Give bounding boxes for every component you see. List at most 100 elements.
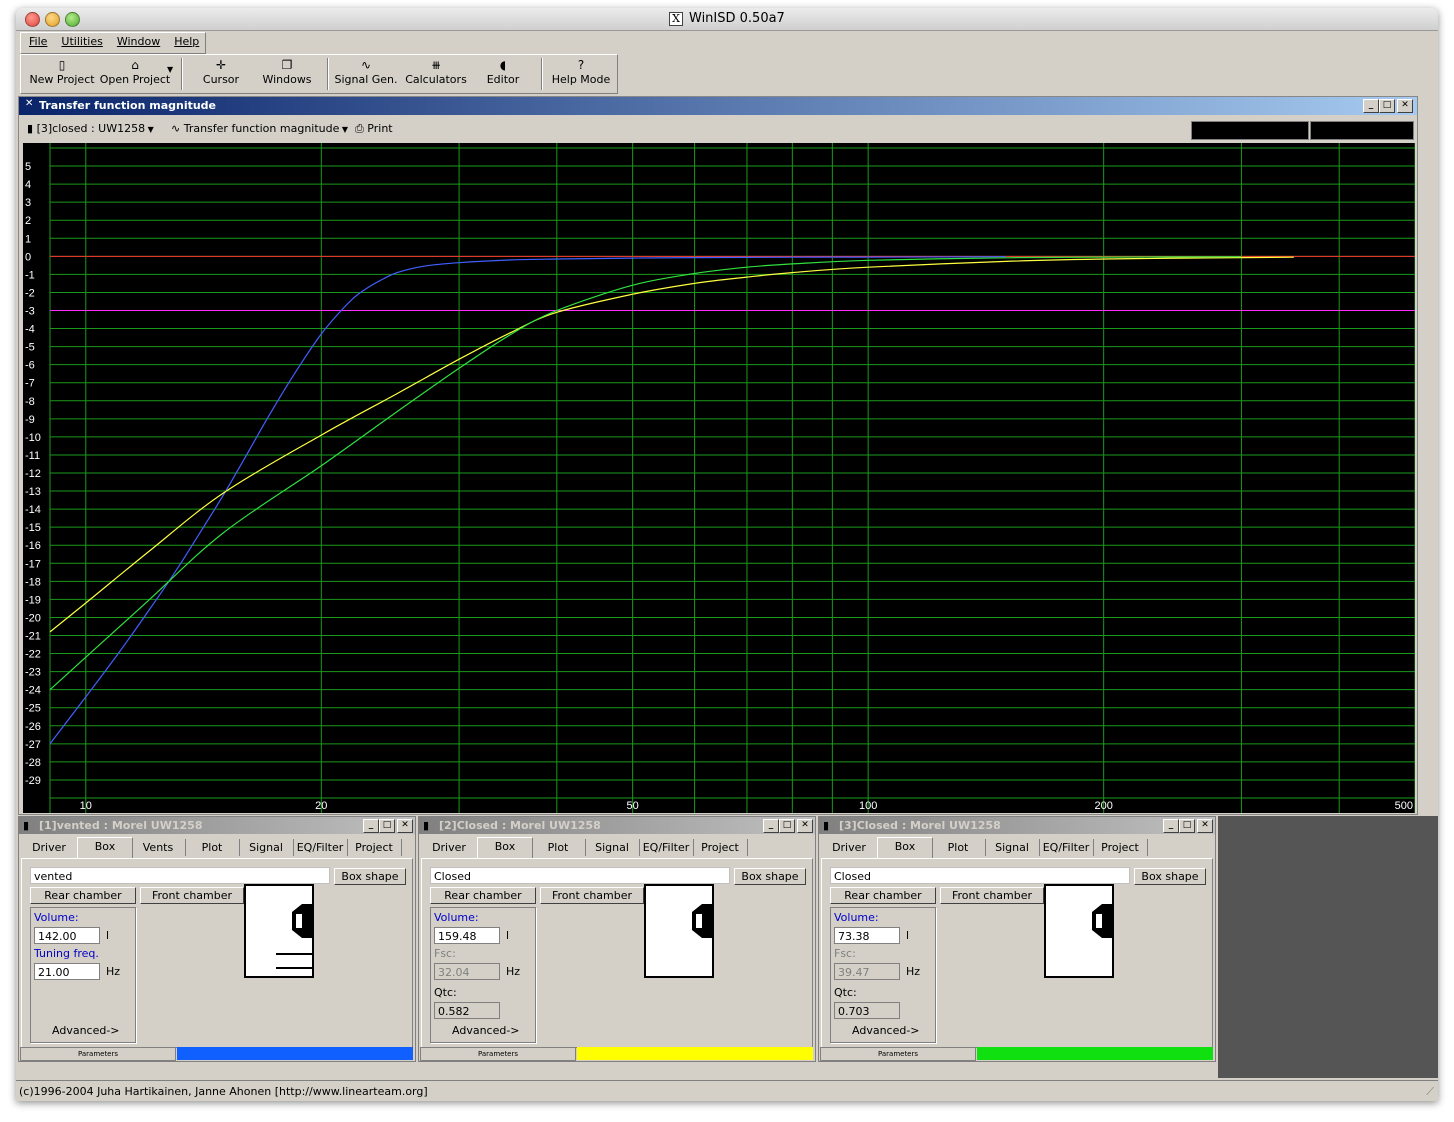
y-tick-label: -28 xyxy=(25,757,41,769)
print-button[interactable]: ⎙ Print xyxy=(355,120,405,138)
tab-project[interactable]: Project xyxy=(347,839,402,856)
title-bar: X WinISD 0.50a7 xyxy=(16,8,1438,31)
y-tick-label: -5 xyxy=(25,342,35,354)
plot-window-title: Transfer function magnitude xyxy=(39,99,217,112)
param-window-title: [3]Closed : Morel UW1258 xyxy=(839,819,1001,832)
tab-box[interactable]: Box xyxy=(877,837,933,858)
sine-wave-icon: ∿ xyxy=(360,58,372,72)
project-select[interactable]: ▮ [3]closed : UW1258 ▼ xyxy=(27,120,167,138)
qtc-field: 0.703 xyxy=(834,1002,900,1019)
y-tick-label: -10 xyxy=(25,432,41,444)
editor-button[interactable]: ◖ Editor xyxy=(475,55,531,93)
tab-signal[interactable]: Signal xyxy=(985,839,1040,856)
tab-project[interactable]: Project xyxy=(693,839,748,856)
second-param-input[interactable]: 21.00 xyxy=(34,963,100,980)
tab-signal[interactable]: Signal xyxy=(239,839,294,856)
rear-chamber-button[interactable]: Rear chamber xyxy=(830,887,936,904)
minimize-button[interactable]: _ xyxy=(1163,819,1179,833)
front-chamber-button[interactable]: Front chamber xyxy=(540,887,644,904)
curve-color-swatch[interactable] xyxy=(977,1047,1213,1060)
y-tick-label: -20 xyxy=(25,612,41,624)
close-button[interactable]: ✕ xyxy=(1397,99,1413,113)
advanced-link[interactable]: Advanced-> xyxy=(852,1024,920,1037)
minimize-button[interactable]: _ xyxy=(1363,99,1379,113)
front-chamber-button[interactable]: Front chamber xyxy=(940,887,1044,904)
parameters-label: Parameters xyxy=(20,1047,176,1061)
close-button[interactable]: ✕ xyxy=(797,819,813,833)
tab-eqfilter[interactable]: EQ/Filter xyxy=(639,839,694,856)
advanced-link[interactable]: Advanced-> xyxy=(52,1024,120,1037)
cursor-label: Cursor xyxy=(202,73,240,86)
box-shape-button[interactable]: Box shape xyxy=(1134,868,1206,885)
box-type-field[interactable]: Closed xyxy=(830,867,1130,884)
param-status-bar: Parameters xyxy=(819,1047,1215,1061)
tab-plot[interactable]: Plot xyxy=(531,839,586,856)
calculators-button[interactable]: ⧻ Calculators xyxy=(403,55,469,93)
box-shape-button[interactable]: Box shape xyxy=(734,868,806,885)
tab-driver[interactable]: Driver xyxy=(821,839,878,856)
tab-eqfilter[interactable]: EQ/Filter xyxy=(293,839,348,856)
plot-toolbar: ▮ [3]closed : UW1258 ▼ ∿ Transfer functi… xyxy=(19,117,1417,141)
maximize-button[interactable]: □ xyxy=(1179,819,1195,833)
tab-eqfilter[interactable]: EQ/Filter xyxy=(1039,839,1094,856)
project-select-value: [3]closed : UW1258 xyxy=(36,122,146,135)
volume-input[interactable]: 159.48 xyxy=(434,927,500,944)
signal-gen-button[interactable]: ∿ Signal Gen. xyxy=(333,55,399,93)
box-type-field[interactable]: Closed xyxy=(430,867,730,884)
rear-chamber-button[interactable]: Rear chamber xyxy=(430,887,536,904)
maximize-button[interactable]: □ xyxy=(1379,99,1395,113)
menu-file[interactable]: File xyxy=(21,33,53,51)
y-tick-label: -13 xyxy=(25,486,41,498)
volume-unit: l xyxy=(106,929,110,942)
param-status-bar: Parameters xyxy=(19,1047,415,1061)
menu-window[interactable]: Window xyxy=(109,33,166,51)
minimize-button[interactable]: _ xyxy=(763,819,779,833)
param-window-3: ▮ [3]Closed : Morel UW1258 _ □ ✕ Driver B… xyxy=(818,816,1216,1062)
help-mode-button[interactable]: ? Help Mode xyxy=(549,55,613,93)
tab-box[interactable]: Box xyxy=(477,837,533,858)
speaker-icon: ▮ xyxy=(23,819,30,832)
new-project-button[interactable]: ▯ New Project xyxy=(29,55,95,93)
maximize-button[interactable]: □ xyxy=(779,819,795,833)
plot-type-select[interactable]: ∿ Transfer function magnitude ▼ xyxy=(171,120,349,138)
tab-driver[interactable]: Driver xyxy=(421,839,478,856)
second-param-unit: Hz xyxy=(106,965,121,978)
tab-vents[interactable]: Vents xyxy=(131,839,186,856)
close-button[interactable]: ✕ xyxy=(397,819,413,833)
open-project-button[interactable]: ⌂ Open Project ▼ xyxy=(95,55,175,93)
transfer-function-chart[interactable]: 543210-1-2-3-4-5-6-7-8-9-10-11-12-13-14-… xyxy=(23,143,1415,813)
param-window-1: ▮ [1]vented : Morel UW1258 _ □ ✕ Driver B… xyxy=(18,816,416,1062)
tab-box[interactable]: Box xyxy=(77,837,133,858)
y-tick-label: 5 xyxy=(25,161,31,173)
series-line-1 xyxy=(49,256,1006,745)
volume-input[interactable]: 142.00 xyxy=(34,927,100,944)
resize-grip-icon[interactable]: ⟋ xyxy=(1426,1081,1434,1101)
volume-input[interactable]: 73.38 xyxy=(834,927,900,944)
minimize-button[interactable]: _ xyxy=(363,819,379,833)
y-tick-label: 0 xyxy=(25,251,31,263)
menu-utilities[interactable]: Utilities xyxy=(53,33,108,51)
tab-signal[interactable]: Signal xyxy=(585,839,640,856)
y-tick-label: -25 xyxy=(25,703,41,715)
close-button[interactable]: ✕ xyxy=(1197,819,1213,833)
front-chamber-button[interactable]: Front chamber xyxy=(140,887,244,904)
dropdown-arrow-icon[interactable]: ▼ xyxy=(167,65,173,74)
tab-driver[interactable]: Driver xyxy=(21,839,78,856)
curve-color-swatch[interactable] xyxy=(177,1047,413,1060)
advanced-link[interactable]: Advanced-> xyxy=(452,1024,520,1037)
curve-color-swatch[interactable] xyxy=(577,1047,813,1060)
cursor-button[interactable]: ✛ Cursor xyxy=(191,55,251,93)
maximize-button[interactable]: □ xyxy=(379,819,395,833)
volume-unit: l xyxy=(506,929,510,942)
box-diagram xyxy=(244,884,314,978)
rear-chamber-button[interactable]: Rear chamber xyxy=(30,887,136,904)
menu-help[interactable]: Help xyxy=(166,33,205,51)
y-tick-label: -6 xyxy=(25,360,35,372)
tab-plot[interactable]: Plot xyxy=(185,839,240,856)
windows-button[interactable]: ❐ Windows xyxy=(257,55,317,93)
box-type-field[interactable]: vented xyxy=(30,867,330,884)
tab-project[interactable]: Project xyxy=(1093,839,1148,856)
box-panel: vented Box shape Rear chamber Front cham… xyxy=(21,858,413,1048)
box-shape-button[interactable]: Box shape xyxy=(334,868,406,885)
tab-plot[interactable]: Plot xyxy=(931,839,986,856)
